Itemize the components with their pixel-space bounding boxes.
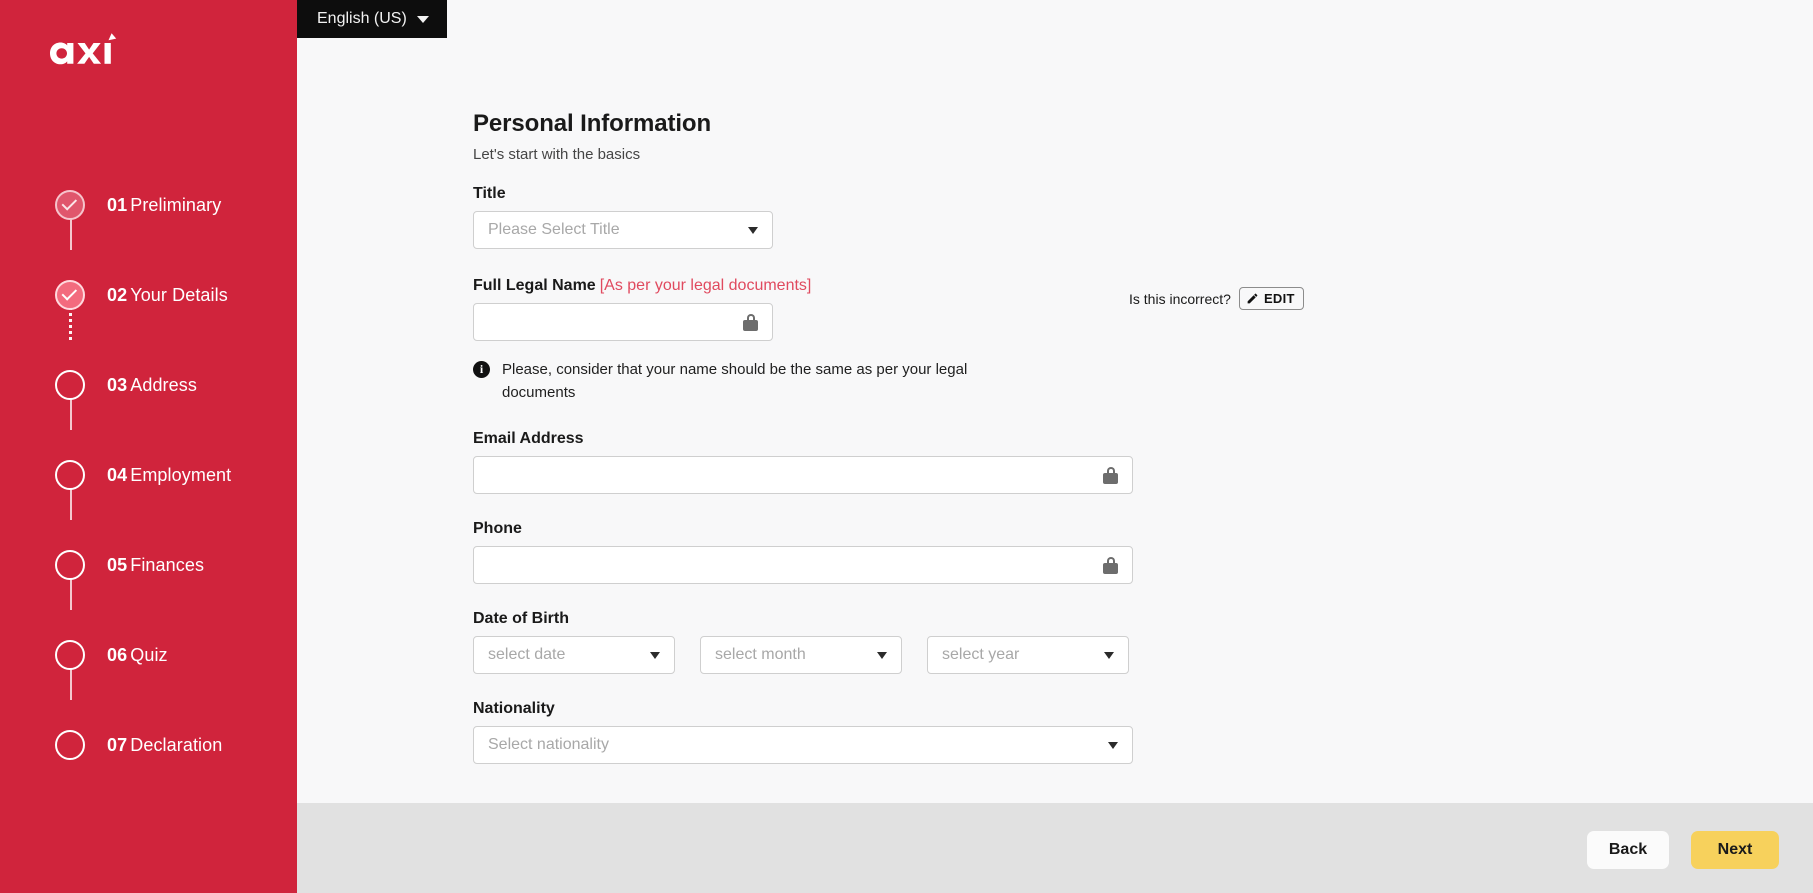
- dob-day-select[interactable]: select date: [473, 636, 675, 674]
- lock-icon: [1103, 556, 1118, 574]
- step-number: 06: [107, 644, 128, 665]
- language-selector-label: English (US): [317, 10, 407, 27]
- form-footer: Back Next: [297, 803, 1813, 893]
- email-input[interactable]: [473, 456, 1133, 494]
- title-select[interactable]: Please Select Title: [473, 211, 773, 249]
- page-title: Personal Information: [473, 110, 712, 137]
- sidebar-step-employment[interactable]: 04 Employment: [0, 430, 297, 520]
- nationality-label: Nationality: [473, 700, 555, 717]
- step-marker-completed-icon: [55, 190, 85, 220]
- sidebar-step-address[interactable]: 03 Address: [0, 340, 297, 430]
- title-label: Title: [473, 185, 506, 202]
- nationality-placeholder: Select nationality: [488, 736, 609, 753]
- step-marker-completed-icon: [55, 280, 85, 310]
- field-full-legal-name: Full Legal Name [As per your legal docume…: [473, 277, 1593, 404]
- step-title: Declaration: [130, 734, 223, 755]
- step-number: 01: [107, 194, 128, 215]
- field-nationality: Nationality Select nationality: [473, 700, 1593, 764]
- step-title: Employment: [130, 464, 232, 485]
- step-title: Your Details: [130, 284, 228, 305]
- full-legal-name-label: Full Legal Name [As per your legal docume…: [473, 277, 1593, 295]
- step-title: Quiz: [130, 644, 168, 665]
- title-select-placeholder: Please Select Title: [488, 221, 620, 238]
- dob-month-select[interactable]: select month: [700, 636, 902, 674]
- chevron-down-icon: [416, 15, 429, 23]
- footer-actions: Back Next: [1587, 831, 1779, 869]
- step-number: 02: [107, 284, 128, 305]
- step-label: 04 Employment: [107, 465, 231, 486]
- step-marker-pending-icon: [55, 640, 85, 670]
- name-edit-row: Is this incorrect? EDIT: [1129, 287, 1304, 310]
- step-label: 07 Declaration: [107, 735, 222, 756]
- chevron-down-icon: [650, 651, 660, 659]
- lock-icon: [743, 313, 758, 331]
- sidebar: 01 Preliminary 02 Your Details 03 Address: [0, 0, 297, 893]
- email-label: Email Address: [473, 430, 584, 447]
- date-of-birth-label: Date of Birth: [473, 610, 569, 627]
- onboarding-page: 01 Preliminary 02 Your Details 03 Address: [0, 0, 1813, 893]
- full-legal-name-input[interactable]: [473, 303, 773, 341]
- personal-information-form: Personal Information Let's start with th…: [473, 110, 1593, 764]
- pencil-icon: [1247, 293, 1258, 304]
- step-number: 03: [107, 374, 128, 395]
- chevron-down-icon: [1108, 741, 1118, 749]
- chevron-down-icon: [1104, 651, 1114, 659]
- edit-button-label: EDIT: [1263, 291, 1295, 306]
- chevron-down-icon: [748, 226, 758, 234]
- nationality-select[interactable]: Select nationality: [473, 726, 1133, 764]
- dob-day-placeholder: select date: [488, 646, 566, 663]
- step-label: 05 Finances: [107, 555, 204, 576]
- dob-year-select[interactable]: select year: [927, 636, 1129, 674]
- step-title: Preliminary: [130, 194, 222, 215]
- chevron-down-icon: [877, 651, 887, 659]
- sidebar-step-finances[interactable]: 05 Finances: [0, 520, 297, 610]
- name-notice: i Please, consider that your name should…: [473, 359, 993, 404]
- step-title: Address: [130, 374, 197, 395]
- step-title: Finances: [130, 554, 205, 575]
- sidebar-step-preliminary[interactable]: 01 Preliminary: [0, 160, 297, 250]
- field-title: Title Please Select Title: [473, 185, 1593, 249]
- name-notice-text: Please, consider that your name should b…: [502, 361, 968, 401]
- info-icon: i: [473, 361, 490, 378]
- step-marker-pending-icon: [55, 730, 85, 760]
- step-number: 05: [107, 554, 128, 575]
- step-number: 04: [107, 464, 128, 485]
- is-this-incorrect-label: Is this incorrect?: [1129, 290, 1231, 307]
- lock-icon: [1103, 466, 1118, 484]
- phone-label: Phone: [473, 520, 522, 537]
- full-legal-name-label-text: Full Legal Name: [473, 277, 596, 294]
- axi-logo: [44, 28, 122, 74]
- dob-month-placeholder: select month: [715, 646, 806, 663]
- sidebar-step-quiz[interactable]: 06 Quiz: [0, 610, 297, 700]
- main-content: Personal Information Let's start with th…: [297, 0, 1813, 803]
- step-number: 07: [107, 734, 128, 755]
- page-subtitle: Let's start with the basics: [473, 146, 641, 163]
- step-label: 02 Your Details: [107, 285, 228, 306]
- step-label: 01 Preliminary: [107, 195, 221, 216]
- step-label: 03 Address: [107, 375, 197, 396]
- language-selector[interactable]: English (US): [297, 0, 447, 38]
- sidebar-step-your-details[interactable]: 02 Your Details: [0, 250, 297, 340]
- step-marker-pending-icon: [55, 550, 85, 580]
- date-of-birth-row: select date select month select year: [473, 636, 1593, 674]
- step-marker-pending-icon: [55, 460, 85, 490]
- full-legal-name-hint: [As per your legal documents]: [599, 277, 812, 294]
- field-email-address: Email Address: [473, 430, 1593, 494]
- step-progress-list: 01 Preliminary 02 Your Details 03 Address: [0, 160, 297, 790]
- phone-input[interactable]: [473, 546, 1133, 584]
- field-phone: Phone: [473, 520, 1593, 584]
- dob-year-placeholder: select year: [942, 646, 1020, 663]
- sidebar-step-declaration[interactable]: 07 Declaration: [0, 700, 297, 790]
- step-label: 06 Quiz: [107, 645, 168, 666]
- next-button[interactable]: Next: [1691, 831, 1779, 869]
- back-button[interactable]: Back: [1587, 831, 1669, 869]
- edit-name-button[interactable]: EDIT: [1238, 287, 1304, 310]
- step-marker-pending-icon: [55, 370, 85, 400]
- field-date-of-birth: Date of Birth select date select month s…: [473, 610, 1593, 674]
